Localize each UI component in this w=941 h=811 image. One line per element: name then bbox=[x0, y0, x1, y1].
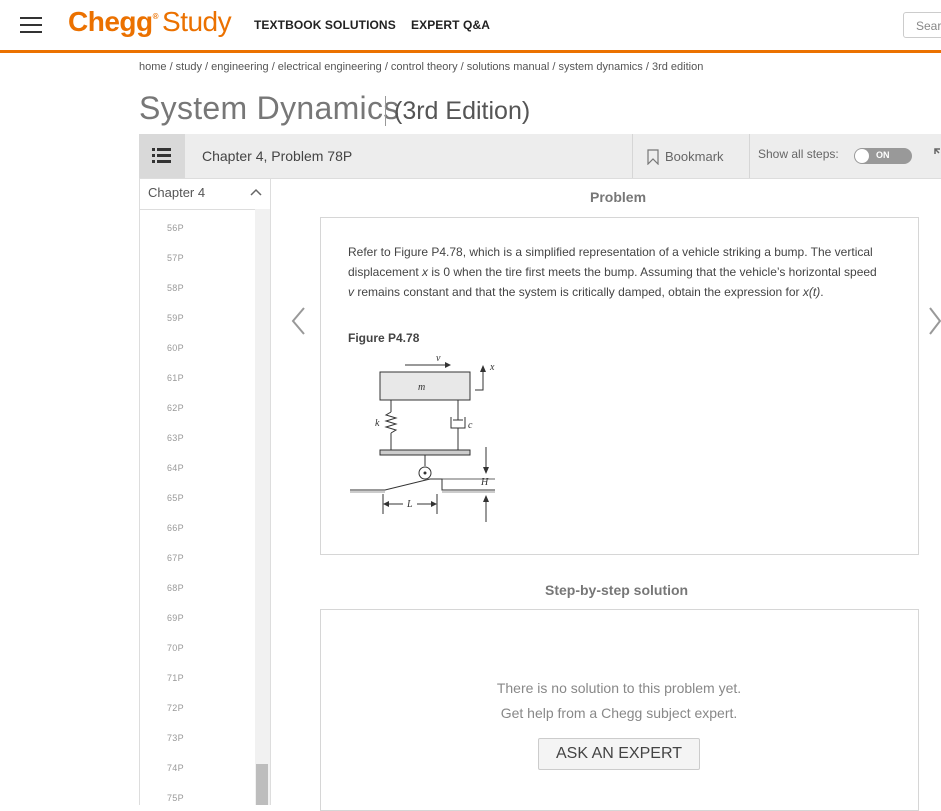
problem-list-item[interactable]: 61P bbox=[167, 373, 184, 383]
problem-list-item[interactable]: 56P bbox=[167, 223, 184, 233]
bookmark-label: Bookmark bbox=[665, 149, 724, 164]
sidebar-scrollbar[interactable] bbox=[255, 209, 270, 805]
problem-list-item[interactable]: 67P bbox=[167, 553, 184, 563]
problem-list-item[interactable]: 75P bbox=[167, 793, 184, 803]
problem-list-item[interactable]: 70P bbox=[167, 643, 184, 653]
problem-list-item[interactable]: 57P bbox=[167, 253, 184, 263]
fig-label-v: v bbox=[436, 353, 441, 364]
next-problem-arrow-icon[interactable] bbox=[928, 306, 941, 336]
problem-list-item[interactable]: 74P bbox=[167, 763, 184, 773]
table-of-contents-button[interactable] bbox=[139, 134, 185, 178]
figure-p4-78: v x m k c H L bbox=[350, 353, 495, 522]
problem-list-item[interactable]: 58P bbox=[167, 283, 184, 293]
breadcrumb[interactable]: home / study / engineering / electrical … bbox=[139, 61, 703, 73]
problem-statement: Refer to Figure P4.78, which is a simpli… bbox=[348, 242, 878, 302]
problem-list-item[interactable]: 68P bbox=[167, 583, 184, 593]
logo-chegg-text: Chegg bbox=[68, 6, 153, 37]
title-divider bbox=[385, 96, 386, 126]
chevron-up-icon[interactable] bbox=[250, 188, 262, 196]
sidebar-scroll-thumb[interactable] bbox=[256, 764, 268, 805]
chapter-label: Chapter 4 bbox=[148, 185, 206, 200]
search-input[interactable]: Sear bbox=[903, 12, 941, 38]
show-all-steps-label: Show all steps: bbox=[758, 147, 839, 161]
problem-list-item[interactable]: 59P bbox=[167, 313, 184, 323]
book-edition: (3rd Edition) bbox=[394, 97, 531, 125]
solution-heading: Step-by-step solution bbox=[545, 582, 689, 598]
ask-an-expert-button[interactable]: ASK AN EXPERT bbox=[538, 738, 700, 770]
problem-text-part: . bbox=[820, 285, 824, 299]
fig-label-m: m bbox=[418, 382, 425, 393]
header-accent-line bbox=[0, 50, 941, 53]
problem-list-item[interactable]: 66P bbox=[167, 523, 184, 533]
figure-label: Figure P4.78 bbox=[348, 331, 420, 345]
problem-toolbar: Chapter 4, Problem 78P Bookmark Show all… bbox=[139, 134, 941, 179]
book-title: System Dynamics bbox=[139, 90, 400, 126]
fig-label-l: L bbox=[406, 499, 413, 510]
chapter-selector[interactable]: Chapter 4 bbox=[140, 179, 271, 210]
problem-list-item[interactable]: 65P bbox=[167, 493, 184, 503]
toggle-knob bbox=[855, 149, 869, 163]
expand-icon[interactable] bbox=[934, 148, 941, 164]
fig-label-h: H bbox=[480, 477, 489, 488]
problem-text-part: remains constant and that the system is … bbox=[354, 285, 803, 299]
problem-list-item[interactable]: 64P bbox=[167, 463, 184, 473]
bookmark-icon bbox=[647, 149, 659, 165]
nav-textbook-solutions[interactable]: TEXTBOOK SOLUTIONS bbox=[254, 18, 396, 32]
chegg-study-logo[interactable]: Chegg® Study bbox=[68, 6, 232, 38]
problem-title: Chapter 4, Problem 78P bbox=[202, 148, 353, 164]
problem-sidebar: Chapter 4 56P 57P 58P 59P 60P 61P 62P 63P 64P 65P… bbox=[139, 179, 271, 805]
problem-list-item[interactable]: 62P bbox=[167, 403, 184, 413]
problem-text-part: is 0 when the tire first meets the bump.… bbox=[428, 265, 877, 279]
logo-registered-mark: ® bbox=[152, 12, 159, 21]
toggle-state-label: ON bbox=[876, 150, 890, 160]
no-solution-message: There is no solution to this problem yet… bbox=[496, 680, 742, 696]
problem-list-item[interactable]: 63P bbox=[167, 433, 184, 443]
fig-label-x: x bbox=[489, 362, 495, 373]
fig-label-k: k bbox=[375, 418, 380, 429]
var-xt: x(t) bbox=[802, 285, 821, 299]
menu-icon[interactable] bbox=[20, 13, 42, 35]
problem-list-item[interactable]: 69P bbox=[167, 613, 184, 623]
problem-heading: Problem bbox=[590, 189, 647, 205]
problem-list-item[interactable]: 71P bbox=[167, 673, 184, 683]
previous-problem-arrow-icon[interactable] bbox=[290, 306, 306, 336]
logo-study-text: Study bbox=[162, 6, 232, 37]
problem-list-item[interactable]: 73P bbox=[167, 733, 184, 743]
list-icon bbox=[152, 148, 171, 163]
bookmark-button[interactable]: Bookmark bbox=[632, 134, 750, 178]
problem-list-item[interactable]: 72P bbox=[167, 703, 184, 713]
fig-label-c: c bbox=[468, 420, 473, 431]
problem-list-item[interactable]: 60P bbox=[167, 343, 184, 353]
get-help-message: Get help from a Chegg subject expert. bbox=[500, 705, 738, 721]
show-steps-toggle[interactable]: ON bbox=[854, 148, 912, 164]
nav-expert-qa[interactable]: EXPERT Q&A bbox=[411, 18, 490, 32]
